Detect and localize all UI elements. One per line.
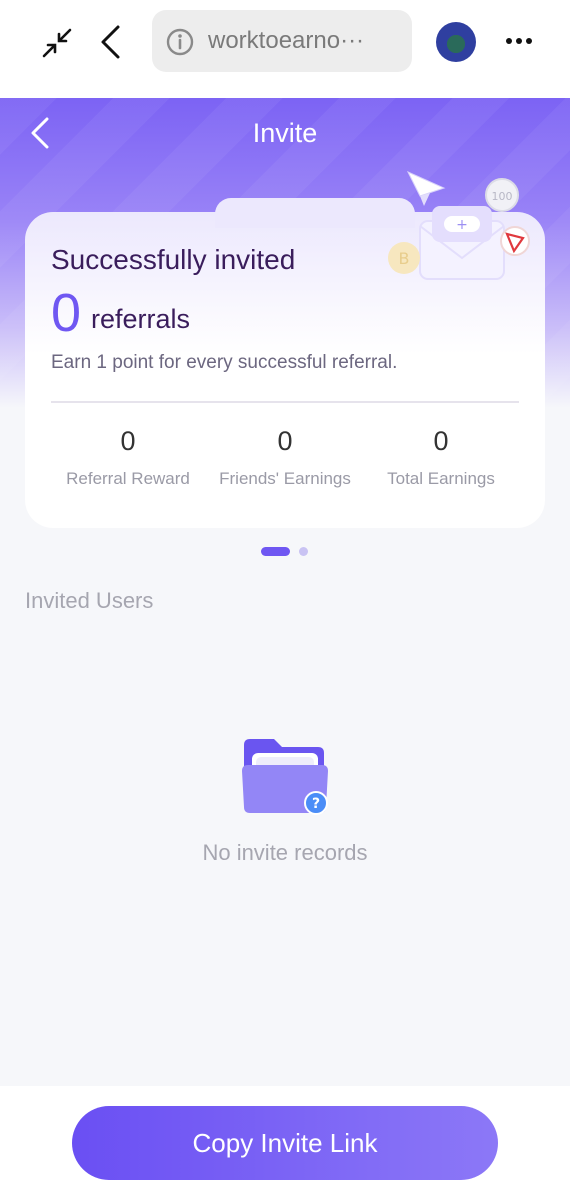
browser-back-icon[interactable] [98, 24, 124, 60]
stat-label: Friends' Earnings [219, 469, 351, 488]
more-icon[interactable] [502, 26, 536, 56]
pager-dot[interactable] [299, 547, 308, 556]
stat-value: 0 [433, 426, 449, 456]
coin-100-icon: 100 [485, 178, 519, 212]
envelope-illustration: 100 + B [388, 170, 530, 280]
stat-label: Referral Reward [66, 469, 190, 488]
browser-toolbar: worktoearno··· [0, 0, 570, 98]
empty-folder-icon: ? [242, 739, 328, 815]
footer-bar: Copy Invite Link [0, 1086, 570, 1200]
paper-plane-icon [406, 170, 446, 206]
summary-title: Successfully invited [51, 244, 296, 275]
avatar[interactable] [436, 22, 476, 62]
stat-label: Total Earnings [387, 469, 495, 488]
svg-text:B: B [399, 249, 410, 268]
minimize-icon[interactable] [40, 26, 74, 60]
stat-referral-reward: 0 Referral Reward [48, 426, 208, 489]
pager-dot-active[interactable] [261, 547, 290, 556]
tron-coin-icon [500, 226, 530, 256]
referral-count: 0 [51, 283, 82, 343]
info-icon[interactable] [166, 28, 194, 56]
svg-text:100: 100 [492, 190, 513, 203]
address-bar[interactable]: worktoearno··· [152, 10, 412, 72]
stat-total-earnings: 0 Total Earnings [361, 426, 521, 489]
svg-text:+: + [456, 217, 468, 233]
stat-value: 0 [120, 426, 136, 456]
divider [51, 401, 519, 403]
empty-state-text: No invite records [202, 840, 368, 865]
summary-description: Earn 1 point for every successful referr… [51, 352, 398, 373]
svg-text:?: ? [312, 796, 320, 812]
referral-label: referrals [91, 304, 191, 334]
page-title: Invite [252, 118, 318, 148]
mail-envelope-icon: + [419, 206, 505, 280]
stat-value: 0 [277, 426, 293, 456]
bitcoin-coin-icon: B [388, 242, 420, 274]
url-text: worktoearno··· [208, 27, 365, 54]
section-title: Invited Users [25, 588, 154, 613]
stat-friends-earnings: 0 Friends' Earnings [205, 426, 365, 489]
copy-invite-link-button[interactable]: Copy Invite Link [72, 1106, 498, 1180]
